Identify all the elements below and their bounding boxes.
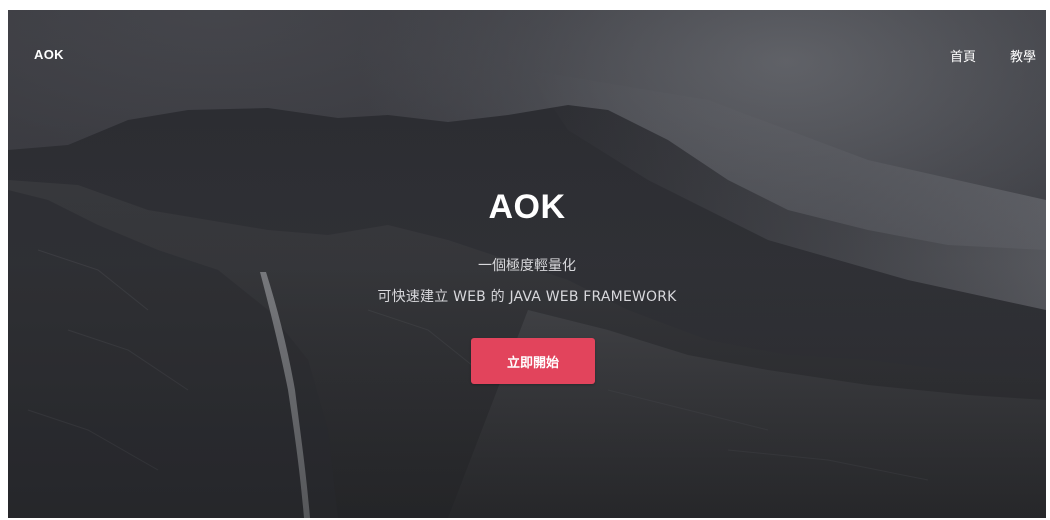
- get-started-button[interactable]: 立即開始: [471, 338, 595, 384]
- hero-title: AOK: [488, 188, 566, 226]
- hero-subtitle-line1: 一個極度輕量化: [478, 258, 576, 274]
- hero-subtitle-line2: 可快速建立 WEB 的 JAVA WEB FRAMEWORK: [377, 289, 677, 305]
- page-frame: AOK 首頁 教學 AOK 一個極度輕量化 可快速建立 WEB 的 JAVA W…: [8, 10, 1046, 518]
- hero-section: AOK 一個極度輕量化 可快速建立 WEB 的 JAVA WEB FRAMEWO…: [8, 10, 1046, 518]
